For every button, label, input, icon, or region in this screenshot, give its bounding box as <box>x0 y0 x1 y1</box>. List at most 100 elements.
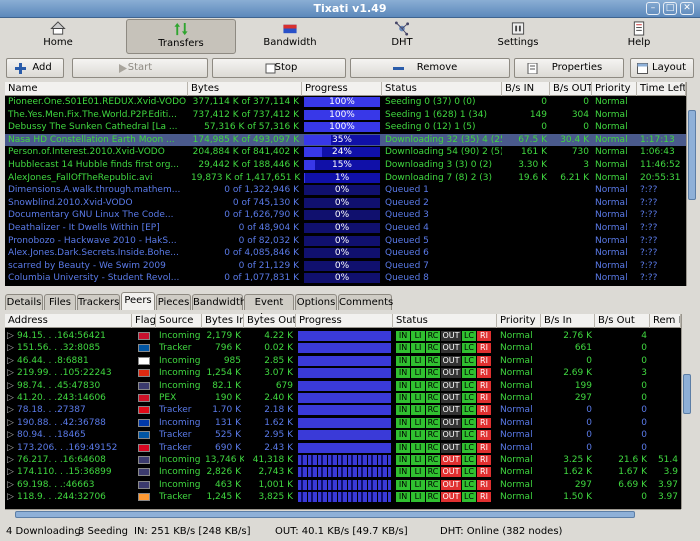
transfer-row[interactable]: AlexJones_FallOfTheRepublic.avi 19,873 K … <box>5 172 686 184</box>
peer-row[interactable]: ▷ 151.56. . .32:8085 Tracker 796 K 0.02 K IN L… <box>5 342 681 354</box>
column-header-status[interactable]: Status <box>382 82 502 96</box>
column-header-bytes-in[interactable]: Bytes In <box>202 314 244 328</box>
expand-icon[interactable]: ▷ <box>7 342 15 354</box>
peer-row[interactable]: ▷ 41.20. . .243:14606 PEX 190 K 2.40 K IN LI RC… <box>5 392 681 404</box>
column-header-rem-b[interactable]: Rem B <box>650 314 681 328</box>
transfers-scrollbar[interactable] <box>686 82 696 286</box>
peers-list[interactable]: Address Flag Source Bytes In Bytes Out Progre… <box>5 314 681 509</box>
column-header-b-s-out[interactable]: B/s Out <box>595 314 650 328</box>
transfer-row[interactable]: The.Yes.Men.Fix.The.World.P2P.Editi... 73… <box>5 109 686 121</box>
expand-icon[interactable]: ▷ <box>7 417 15 429</box>
help-icon <box>633 21 645 36</box>
menu-transfers[interactable]: Transfers <box>126 19 236 54</box>
column-header-progress[interactable]: Progress <box>296 314 393 328</box>
add-button[interactable]: Add <box>6 58 64 78</box>
column-header-bytes-out[interactable]: Bytes Out <box>244 314 296 328</box>
tab-pieces[interactable]: Pieces <box>156 294 191 310</box>
transfer-row[interactable]: Dimensions.A.walk.through.mathem... 0 of … <box>5 184 686 196</box>
tab-comments[interactable]: Comments <box>338 294 393 310</box>
expand-icon[interactable]: ▷ <box>7 367 15 379</box>
properties-button[interactable]: Properties <box>514 58 624 78</box>
column-header-status[interactable]: Status <box>393 314 497 328</box>
peer-rem <box>653 392 681 404</box>
expand-icon[interactable]: ▷ <box>7 330 15 342</box>
transfer-row[interactable]: Documentary GNU Linux The Code... 0 of 1,… <box>5 209 686 221</box>
menu-bandwidth[interactable]: Bandwidth <box>235 19 345 54</box>
menu-dht[interactable]: DHT <box>347 19 457 54</box>
transfer-row[interactable]: Pioneer.One.S01E01.REDUX.Xvid-VODO 377,11… <box>5 96 686 108</box>
expand-icon[interactable]: ▷ <box>7 429 15 441</box>
tab-bandwidth[interactable]: Bandwidth <box>192 294 246 310</box>
column-header-progress[interactable]: Progress <box>302 82 382 96</box>
transfer-row[interactable]: Hubblecast 14 Hubble finds first org... 2… <box>5 159 686 171</box>
peer-row[interactable]: ▷ 190.88. . .42:36788 Incoming 131 K 1.62 K I… <box>5 417 681 429</box>
column-header-b-s-in[interactable]: B/s IN <box>502 82 550 96</box>
transfer-row[interactable]: scarred by Beauty - We Swim 2009 0 of 21,… <box>5 260 686 272</box>
expand-icon[interactable]: ▷ <box>7 454 15 466</box>
tab-event-log[interactable]: Event Log <box>244 294 294 323</box>
peer-row[interactable]: ▷ 80.94. . .18465 Tracker 525 K 2.95 K IN LI RC… <box>5 429 681 441</box>
expand-icon[interactable]: ▷ <box>7 404 15 416</box>
start-button[interactable]: Start <box>72 58 208 78</box>
peer-in: 0 <box>586 417 592 428</box>
menu-settings[interactable]: Settings <box>463 19 573 54</box>
tab-files[interactable]: Files <box>44 294 76 310</box>
expand-icon[interactable]: ▷ <box>7 392 15 404</box>
column-header-name[interactable]: Name <box>5 82 188 96</box>
minimize-icon[interactable]: – <box>646 2 660 15</box>
peer-row[interactable]: ▷ 174.110. . .15:36899 Incoming 2,826 K 2,74… <box>5 466 681 478</box>
peer-row[interactable]: ▷ 78.18. . .27387 Tracker 1.70 K 2.18 K IN LI R… <box>5 404 681 416</box>
status-flag-rc: RC <box>426 492 440 503</box>
close-icon[interactable]: ✕ <box>680 2 694 15</box>
expand-icon[interactable]: ▷ <box>7 466 15 478</box>
remove-button[interactable]: Remove <box>350 58 510 78</box>
column-header-address[interactable]: Address <box>5 314 132 328</box>
peer-row[interactable]: ▷ 118.9. . .244:32706 Tracker 1,245 K 3,825 … <box>5 491 681 503</box>
expand-icon[interactable]: ▷ <box>7 491 15 503</box>
expand-icon[interactable]: ▷ <box>7 442 15 454</box>
transfer-row[interactable]: Alex.Jones.Dark.Secrets.Inside.Bohe... 0 … <box>5 247 686 259</box>
column-header-priority[interactable]: Priority <box>497 314 541 328</box>
peers-hscrollbar[interactable] <box>5 509 681 519</box>
tab-trackers[interactable]: Trackers <box>77 294 120 310</box>
peers-scrollbar[interactable] <box>681 314 692 509</box>
scroll-thumb[interactable] <box>688 110 696 200</box>
column-header-time-left[interactable]: Time Left <box>637 82 686 96</box>
column-header-b-s-in[interactable]: B/s In <box>541 314 595 328</box>
column-header-priority[interactable]: Priority <box>592 82 637 96</box>
transfer-row[interactable]: Deathalizer - It Dwells Within [EP] 0 of … <box>5 222 686 234</box>
expand-icon[interactable]: ▷ <box>7 355 15 367</box>
peer-row[interactable]: ▷ 173.206. . .169:49152 Tracker 690 K 2.43 K… <box>5 442 681 454</box>
transfer-row[interactable]: Debussy The Sunken Cathedral [La ... 57,3… <box>5 121 686 133</box>
column-header-b-s-out[interactable]: B/s OUT <box>550 82 592 96</box>
transfer-row[interactable]: Columbia University - Student Revol... 0 … <box>5 272 686 284</box>
country-flag-icon <box>138 431 150 440</box>
column-header-bytes[interactable]: Bytes <box>188 82 302 96</box>
layout-button[interactable]: Layout <box>630 58 694 78</box>
transfers-list[interactable]: Name Bytes Progress Status B/s IN B/s OUT Prio… <box>5 82 686 286</box>
transfer-row[interactable]: Person.of.Interest.2010.Xvid-VODO 204,884… <box>5 146 686 158</box>
stop-button[interactable]: Stop <box>212 58 346 78</box>
transfer-row[interactable]: Nasa HD Constellation Earth Moon ... 174,… <box>5 133 686 146</box>
column-header-source[interactable]: Source <box>156 314 202 328</box>
tab-options[interactable]: Options <box>295 294 337 310</box>
expand-icon[interactable]: ▷ <box>7 380 15 392</box>
peer-row[interactable]: ▷ 76.217. . .16:64608 Incoming 13,746 K 41,3… <box>5 454 681 466</box>
peer-row[interactable]: ▷ 219.99. . .105:22243 Incoming 1,254 K 3.07… <box>5 367 681 379</box>
column-header-flag[interactable]: Flag <box>132 314 156 328</box>
peer-row[interactable]: ▷ 98.74. . .45:47830 Incoming 82.1 K 679 IN LI… <box>5 380 681 392</box>
peer-row[interactable]: ▷ 46.44. . .8:6881 Incoming 985 2.85 K IN LI RC… <box>5 355 681 367</box>
tab-peers[interactable]: Peers <box>121 292 155 310</box>
peer-row[interactable]: ▷ 94.15. . .164:56421 Incoming 2,179 K 4.22 … <box>5 330 681 342</box>
menu-home[interactable]: Home <box>8 19 108 54</box>
menu-help[interactable]: Help <box>584 19 694 54</box>
transfer-row[interactable]: Pronobozo - Hackwave 2010 - HakS... 0 of … <box>5 235 686 247</box>
progress-bar: 0% <box>304 260 380 271</box>
tab-details[interactable]: Details <box>5 294 43 310</box>
hscroll-thumb[interactable] <box>15 511 635 518</box>
peer-row[interactable]: ▷ 69.198. . .:46663 Incoming 463 K 1,001 K IN… <box>5 479 681 491</box>
scroll-thumb[interactable] <box>683 374 691 414</box>
maximize-icon[interactable]: □ <box>663 2 677 15</box>
expand-icon[interactable]: ▷ <box>7 479 15 491</box>
transfer-row[interactable]: Snowblind.2010.Xvid-VODO 0 of 745,130 K 0%… <box>5 197 686 209</box>
